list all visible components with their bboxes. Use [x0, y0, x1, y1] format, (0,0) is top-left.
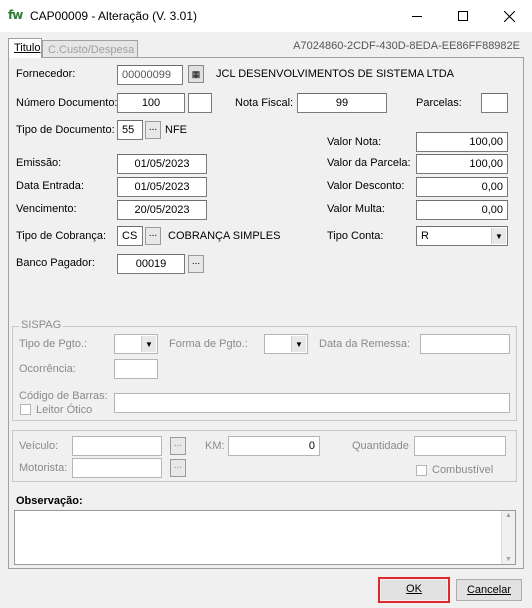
tipo-documento-label: Tipo de Documento:: [16, 124, 115, 136]
ok-button[interactable]: OK: [381, 580, 447, 600]
minimize-button[interactable]: [394, 0, 440, 32]
motorista-label: Motorista:: [19, 462, 68, 474]
combustivel-checkbox[interactable]: [416, 465, 427, 476]
valor-nota-label: Valor Nota:: [327, 136, 382, 148]
banco-pagador-label: Banco Pagador:: [16, 257, 95, 269]
minimize-icon: [412, 15, 422, 17]
parcelas-label: Parcelas:: [416, 97, 462, 109]
numero-documento-suffix-field[interactable]: [188, 93, 212, 113]
maximize-icon: [458, 11, 468, 21]
vencimento-label: Vencimento:: [16, 203, 77, 215]
nota-fiscal-label: Nota Fiscal:: [235, 97, 294, 109]
valor-multa-field[interactable]: 0,00: [416, 200, 508, 220]
codigo-barras-field[interactable]: [114, 393, 510, 413]
valor-nota-field[interactable]: 100,00: [416, 132, 508, 152]
tipo-conta-label: Tipo Conta:: [327, 230, 384, 242]
chevron-down-icon: ▼: [491, 228, 506, 244]
close-button[interactable]: [486, 0, 532, 32]
cancelar-button[interactable]: Cancelar: [456, 579, 522, 601]
veiculo-field[interactable]: [72, 436, 162, 456]
valor-parcela-field[interactable]: 100,00: [416, 154, 508, 174]
sispag-title: SISPAG: [19, 319, 64, 331]
emissao-label: Emissão:: [16, 157, 62, 169]
valor-desconto-label: Valor Desconto:: [327, 180, 405, 192]
record-id: A7024860-2CDF-430D-8EDA-EE86FF88982E: [293, 40, 520, 52]
tipo-documento-lookup-button[interactable]: ...: [145, 121, 161, 139]
km-label: KM:: [205, 440, 225, 452]
chevron-down-icon: ▼: [141, 336, 156, 352]
banco-pagador-field[interactable]: 00019: [117, 254, 185, 274]
forma-pgto-select[interactable]: ▼: [264, 334, 308, 354]
combustivel-label: Combustível: [432, 464, 494, 476]
observacao-textarea[interactable]: ▲ ▼: [14, 510, 516, 565]
tab-titulo-label: Titulo: [14, 42, 41, 54]
banco-pagador-lookup-button[interactable]: ...: [188, 255, 204, 273]
tipo-cobranca-code-field[interactable]: CS: [117, 226, 143, 246]
grid-icon: ▦: [191, 68, 201, 79]
tab-ccusto-despesa[interactable]: C.Custo/Despesa: [42, 40, 138, 58]
data-remessa-label: Data da Remessa:: [319, 338, 411, 350]
valor-desconto-field[interactable]: 0,00: [416, 177, 508, 197]
veiculo-label: Veículo:: [19, 440, 59, 452]
tipo-cobranca-lookup-button[interactable]: ...: [145, 227, 161, 245]
quantidade-label: Quantidade: [352, 440, 409, 452]
codigo-barras-label: Código de Barras:: [19, 390, 108, 402]
title-bar: fw CAP00009 - Alteração (V. 3.01): [0, 0, 532, 32]
veiculo-lookup-button[interactable]: ...: [170, 437, 186, 455]
ocorrencia-label: Ocorrência:: [19, 363, 76, 375]
tab-titulo[interactable]: Titulo: [8, 38, 42, 58]
fornecedor-search-button[interactable]: ▦: [188, 65, 204, 83]
scroll-up-icon: ▲: [505, 512, 512, 519]
tipo-documento-name: NFE: [165, 124, 187, 136]
nota-fiscal-field[interactable]: 99: [297, 93, 387, 113]
fornecedor-code-field[interactable]: 00000099: [117, 65, 183, 85]
tipo-pgto-select[interactable]: ▼: [114, 334, 158, 354]
motorista-lookup-button[interactable]: ...: [170, 459, 186, 477]
tipo-documento-code-field[interactable]: 55: [117, 120, 143, 140]
quantidade-field[interactable]: [414, 436, 506, 456]
data-entrada-field[interactable]: 01/05/2023: [117, 177, 207, 197]
valor-parcela-label: Valor da Parcela:: [327, 157, 411, 169]
emissao-field[interactable]: 01/05/2023: [117, 154, 207, 174]
tipo-cobranca-name: COBRANÇA SIMPLES: [168, 230, 281, 242]
close-icon: [503, 10, 515, 22]
maximize-button[interactable]: [440, 0, 486, 32]
window-title: CAP00009 - Alteração (V. 3.01): [30, 9, 197, 23]
km-field[interactable]: 0: [228, 436, 320, 456]
valor-multa-label: Valor Multa:: [327, 203, 385, 215]
scroll-down-icon: ▼: [505, 556, 512, 563]
fornecedor-name: JCL DESENVOLVIMENTOS DE SISTEMA LTDA: [216, 68, 454, 80]
leitor-otico-checkbox[interactable]: [20, 404, 31, 415]
leitor-otico-label: Leitor Ótico: [36, 404, 93, 416]
chevron-down-icon: ▼: [291, 336, 306, 352]
data-entrada-label: Data Entrada:: [16, 180, 84, 192]
data-remessa-field[interactable]: [420, 334, 510, 354]
forma-pgto-label: Forma de Pgto.:: [169, 338, 248, 350]
tipo-conta-select[interactable]: R ▼: [416, 226, 508, 246]
ok-label: OK: [406, 583, 422, 595]
tipo-cobranca-label: Tipo de Cobrança:: [16, 230, 107, 242]
scrollbar[interactable]: ▲ ▼: [501, 511, 515, 564]
observacao-label: Observação:: [16, 495, 83, 507]
app-icon: fw: [8, 8, 23, 22]
tipo-conta-value: R: [421, 230, 429, 242]
tab-ccusto-label: C.Custo/Despesa: [48, 44, 135, 56]
cancelar-label: Cancelar: [466, 584, 512, 596]
parcelas-field[interactable]: [481, 93, 508, 113]
motorista-field[interactable]: [72, 458, 162, 478]
numero-documento-label: Número Documento:: [16, 97, 118, 109]
tipo-pgto-label: Tipo de Pgto.:: [19, 338, 88, 350]
fornecedor-label: Fornecedor:: [16, 68, 76, 80]
ocorrencia-field[interactable]: [114, 359, 158, 379]
vencimento-field[interactable]: 20/05/2023: [117, 200, 207, 220]
numero-documento-field[interactable]: 100: [117, 93, 185, 113]
